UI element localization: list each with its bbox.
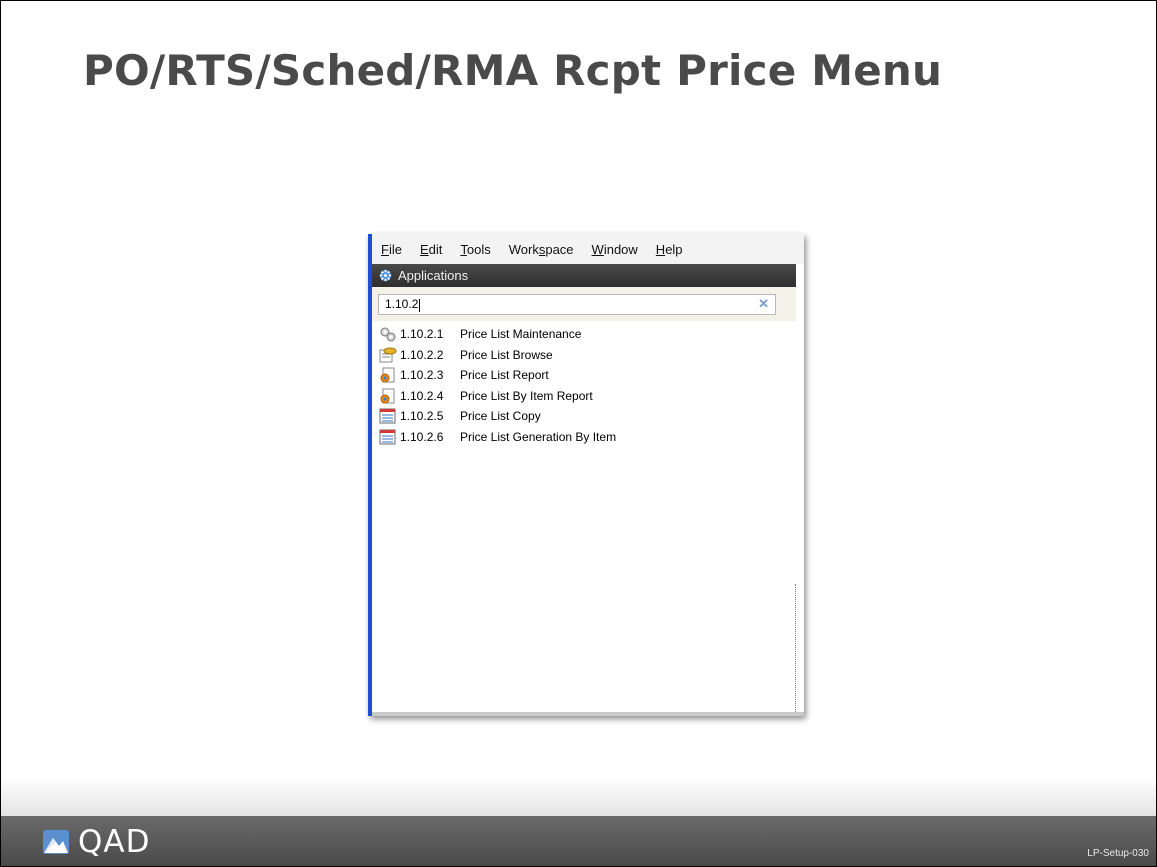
menu-results-list: 1.10.2.1 Price List Maintenance 1.10.2.2…: [372, 324, 804, 447]
form-icon: [379, 408, 397, 424]
report-icon: [379, 367, 397, 383]
footer-bar: [1, 816, 1156, 866]
form-icon: [379, 429, 397, 445]
report-icon: [379, 388, 397, 404]
browse-icon: [379, 347, 397, 363]
gears-icon: [379, 326, 397, 342]
list-item[interactable]: 1.10.2.6 Price List Generation By Item: [379, 427, 804, 448]
menu-workspace[interactable]: Workspace: [509, 242, 574, 257]
search-input[interactable]: 1.10.2 ✕: [378, 293, 776, 315]
list-item[interactable]: 1.10.2.5 Price List Copy: [379, 406, 804, 427]
clear-search-icon[interactable]: ✕: [758, 296, 769, 312]
qad-logo: QAD: [42, 824, 150, 860]
menu-tools[interactable]: Tools: [460, 242, 490, 257]
app-window: File Edit Tools Workspace Window Help Ap…: [368, 234, 804, 716]
text-caret: [419, 298, 421, 312]
menu-window[interactable]: Window: [592, 242, 638, 257]
list-item[interactable]: 1.10.2.1 Price List Maintenance: [379, 324, 804, 345]
search-row: 1.10.2 ✕: [372, 287, 796, 321]
menu-file[interactable]: File: [381, 242, 402, 257]
search-value: 1.10.2: [385, 297, 419, 312]
gear-icon: [379, 269, 392, 282]
footer-band: [1, 776, 1156, 816]
slide-title: PO/RTS/Sched/RMA Rcpt Price Menu: [83, 46, 943, 95]
qad-logo-icon: [43, 830, 69, 854]
menu-bar: File Edit Tools Workspace Window Help: [372, 234, 804, 264]
slide-code: LP-Setup-030: [1087, 848, 1149, 859]
applications-title: Applications: [398, 268, 469, 283]
scrollbar[interactable]: [795, 584, 804, 712]
list-item[interactable]: 1.10.2.2 Price List Browse: [379, 345, 804, 366]
menu-edit[interactable]: Edit: [420, 242, 442, 257]
applications-header: Applications: [372, 264, 796, 287]
window-bottom-edge: [372, 712, 804, 716]
qad-logo-text: QAD: [78, 824, 151, 860]
list-item[interactable]: 1.10.2.4 Price List By Item Report: [379, 386, 804, 407]
list-item[interactable]: 1.10.2.3 Price List Report: [379, 365, 804, 386]
menu-help[interactable]: Help: [656, 242, 683, 257]
